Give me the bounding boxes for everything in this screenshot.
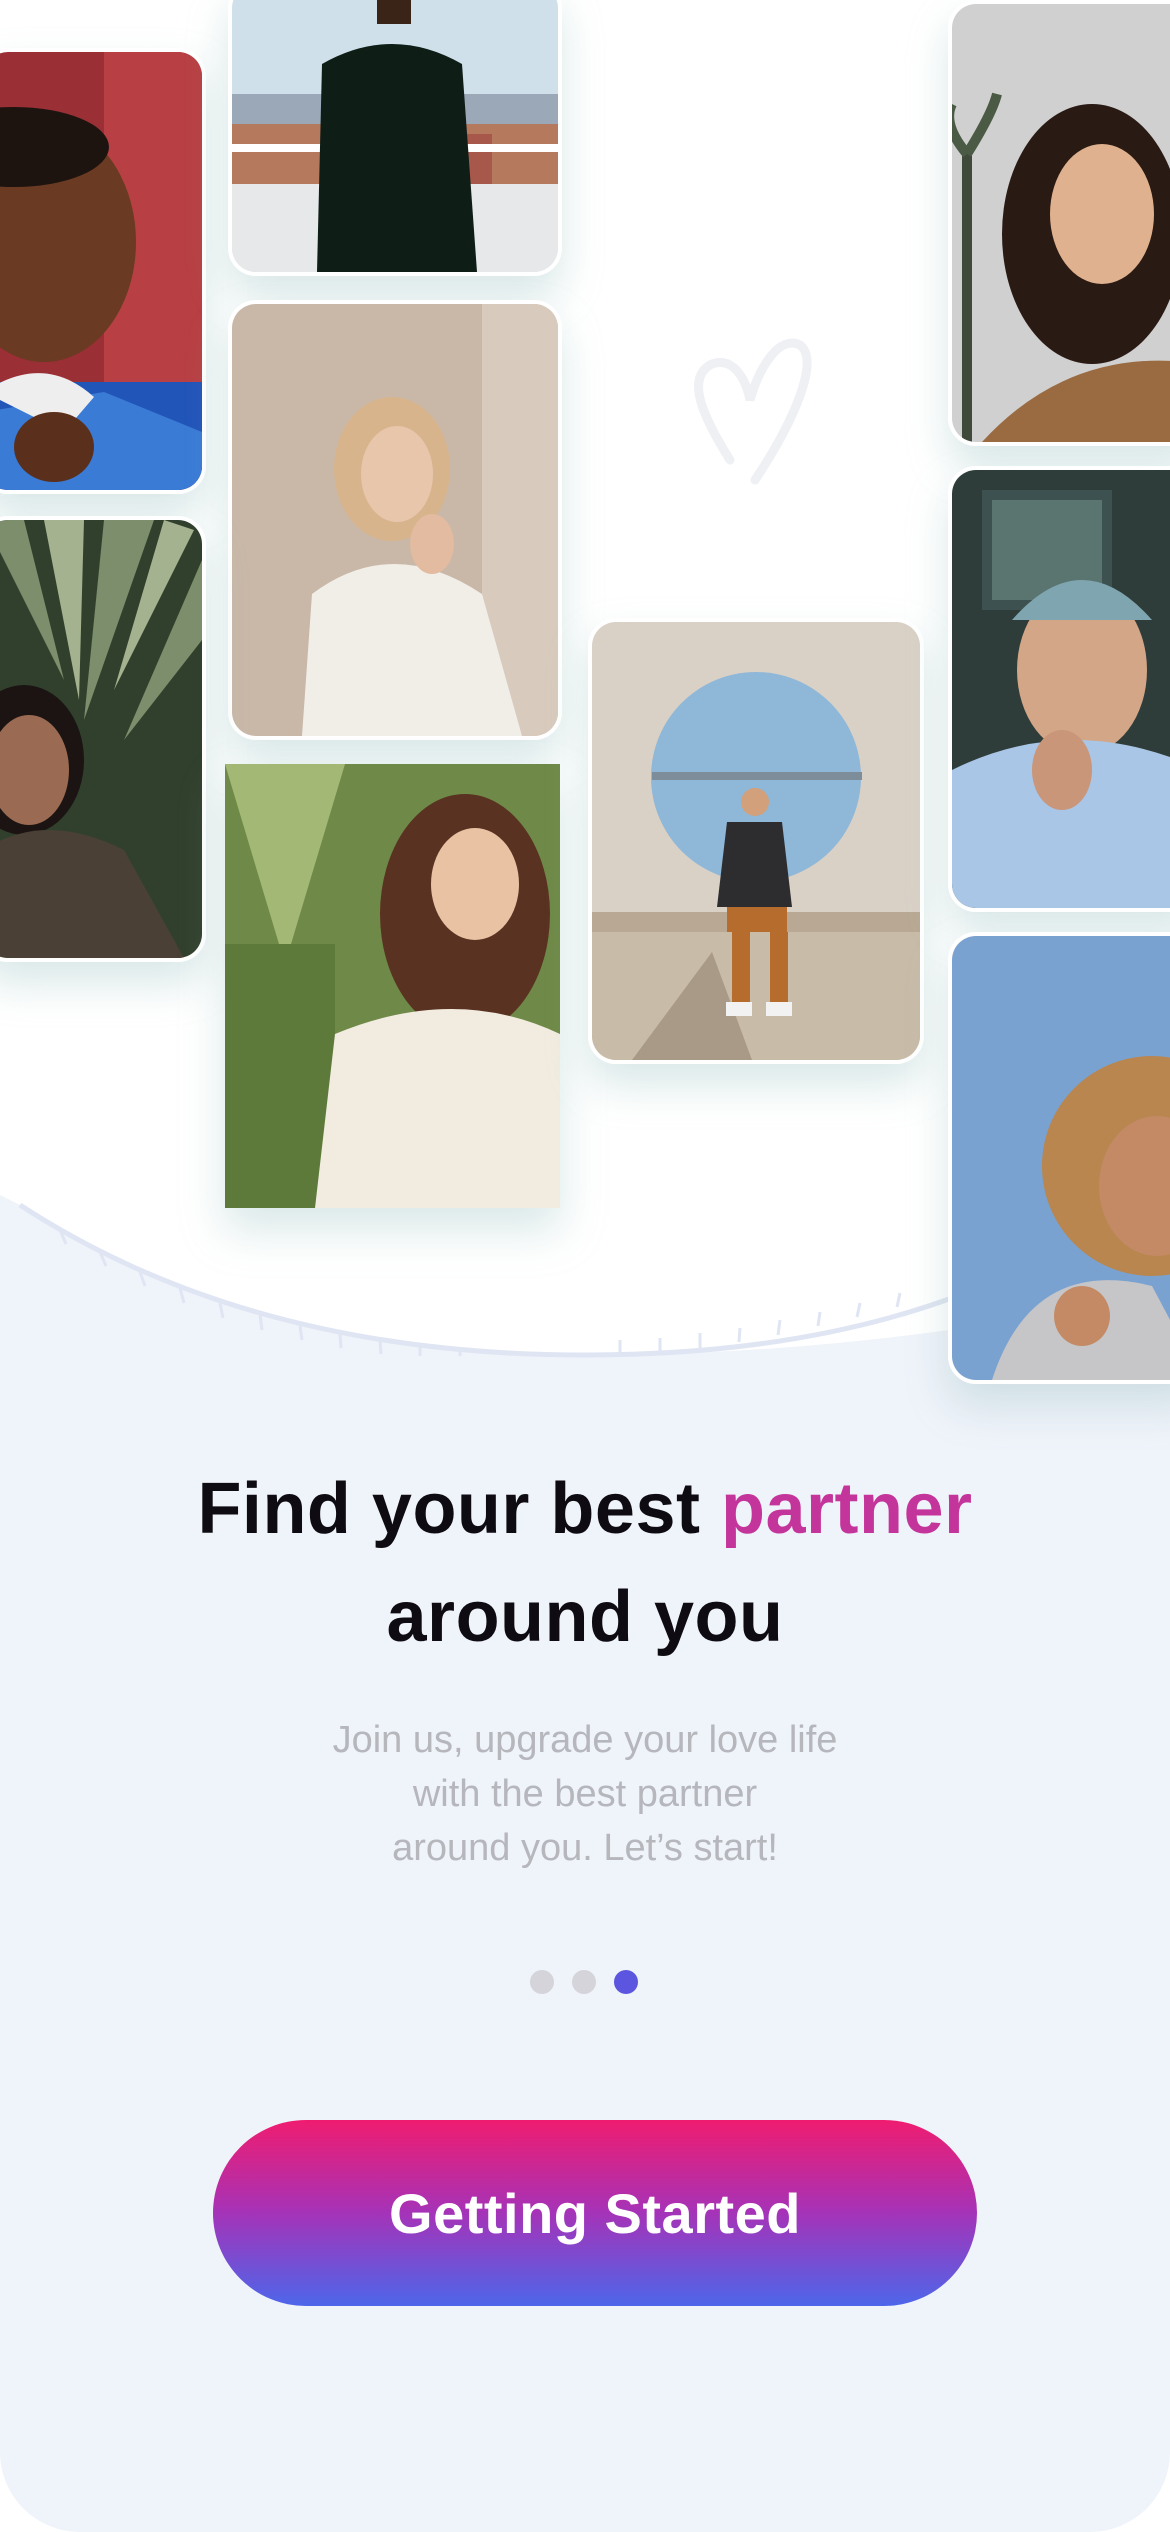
- photo-man-black-turtleneck[interactable]: [228, 0, 562, 276]
- photo-man-sitting-circle-wall[interactable]: [588, 618, 924, 1064]
- headline: Find your best partner around you: [0, 1455, 1170, 1671]
- subtitle: Join us, upgrade your love life with the…: [235, 1713, 935, 1875]
- photo-man-beanie[interactable]: [948, 466, 1170, 912]
- subtitle-line: with the best partner: [412, 1773, 758, 1815]
- headline-accent: partner: [720, 1469, 973, 1549]
- photo-woman-smiling-palms[interactable]: [948, 0, 1170, 446]
- photo-woman-white-tee[interactable]: [225, 764, 560, 1208]
- heart-icon: [694, 338, 812, 485]
- page-dot[interactable]: [572, 1970, 596, 1994]
- photo-woman-curly-hair[interactable]: [948, 932, 1170, 1384]
- headline-line-2: around you: [386, 1577, 784, 1657]
- headline-line-1: Find your best partner: [197, 1469, 973, 1549]
- page-dot[interactable]: [530, 1970, 554, 1994]
- getting-started-button[interactable]: Getting Started: [213, 2120, 977, 2306]
- page-dot-active[interactable]: [614, 1970, 638, 1994]
- photo-woman-palm-leaves[interactable]: [0, 516, 206, 962]
- photo-woman-red-wall[interactable]: [0, 48, 206, 494]
- onboarding-screen: Find your best partner around you Join u…: [0, 0, 1170, 2532]
- page-indicator: [530, 1970, 638, 1996]
- subtitle-line: Join us, upgrade your love life: [332, 1719, 838, 1761]
- subtitle-line: around you. Let’s start!: [392, 1827, 778, 1869]
- photo-woman-blonde-white-shirt[interactable]: [228, 300, 562, 740]
